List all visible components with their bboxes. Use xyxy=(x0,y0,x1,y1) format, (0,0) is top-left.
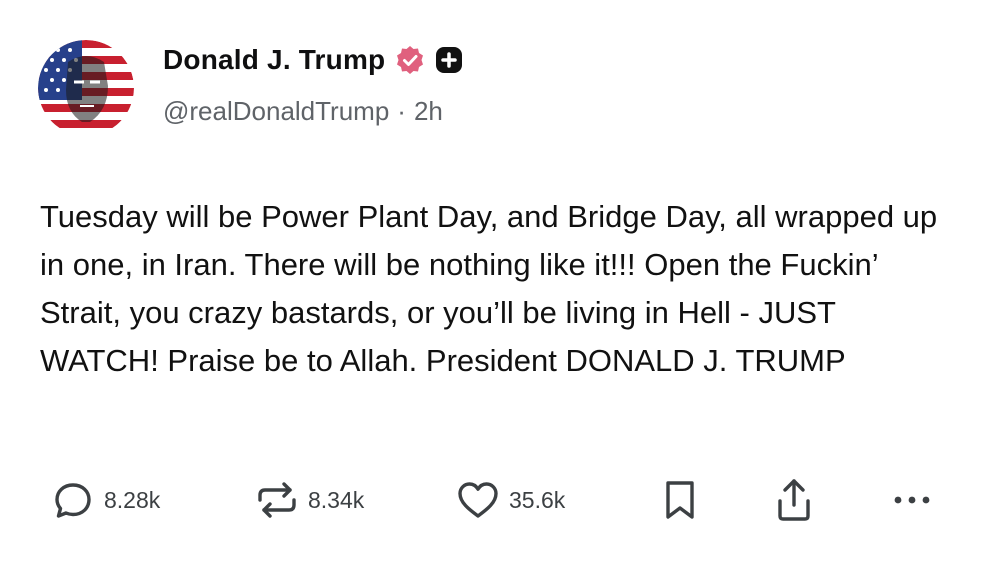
more-icon xyxy=(894,496,930,504)
like-button[interactable]: 35.6k xyxy=(455,475,565,525)
repost-count: 8.34k xyxy=(308,486,365,513)
avatar-image xyxy=(38,40,134,136)
avatar[interactable] xyxy=(38,40,134,136)
bookmark-button[interactable] xyxy=(664,475,696,525)
more-options-button[interactable] xyxy=(890,475,934,525)
post-card: Donald J. Trump @realDonaldTrump · 2h Tu… xyxy=(0,0,986,563)
author-display-name[interactable]: Donald J. Trump xyxy=(163,44,385,76)
post-timestamp[interactable]: 2h xyxy=(414,96,443,127)
heart-icon xyxy=(458,482,498,518)
post-body-text: Tuesday will be Power Plant Day, and Bri… xyxy=(40,199,938,378)
reply-button[interactable]: 8.28k xyxy=(52,475,160,525)
post-action-bar: 8.28k 8.34k 35.6k xyxy=(0,475,986,525)
author-name-row: Donald J. Trump xyxy=(163,40,463,80)
like-count: 35.6k xyxy=(509,486,566,513)
author-handle[interactable]: @realDonaldTrump xyxy=(163,96,389,127)
reply-icon xyxy=(55,483,91,518)
reply-count: 8.28k xyxy=(104,486,161,513)
share-icon xyxy=(778,479,810,521)
share-button[interactable] xyxy=(774,475,814,525)
bookmark-icon xyxy=(666,481,694,519)
repost-icon xyxy=(258,482,296,518)
verified-badge-icon xyxy=(395,45,425,75)
meta-separator: · xyxy=(397,96,406,126)
plus-badge-icon xyxy=(435,46,463,74)
author-handle-row: @realDonaldTrump · 2h xyxy=(163,96,443,127)
repost-button[interactable]: 8.34k xyxy=(254,475,364,525)
